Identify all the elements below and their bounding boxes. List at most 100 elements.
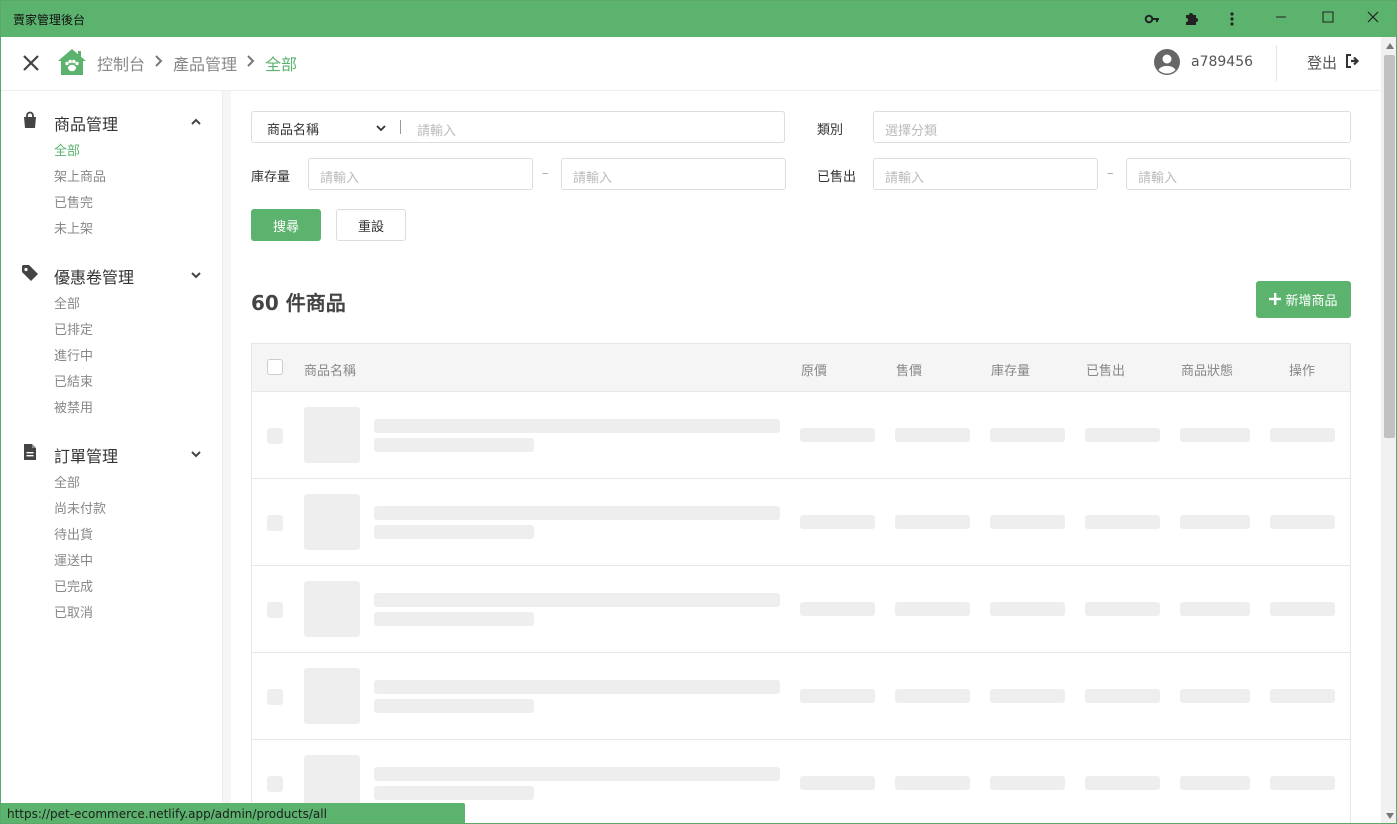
document-icon xyxy=(21,443,39,461)
skeleton-sold xyxy=(1085,602,1160,616)
table-row xyxy=(252,653,1350,740)
skeleton-sold xyxy=(1085,515,1160,529)
collapse-close-icon[interactable] xyxy=(19,51,43,75)
puzzle-icon[interactable] xyxy=(1181,9,1201,29)
skeleton-stock xyxy=(990,428,1065,442)
row-checkbox[interactable] xyxy=(267,602,283,618)
browser-window: 賣家管理後台 控制台 產品管理 全部 a789456 登出 商品管理 全部 架上… xyxy=(0,0,1397,824)
col-actions: 操作 xyxy=(1289,364,1316,379)
scroll-thumb[interactable] xyxy=(1384,55,1395,438)
skeleton-sale-price xyxy=(895,689,970,703)
breadcrumb-dashboard[interactable]: 控制台 xyxy=(97,51,145,75)
skeleton-stock xyxy=(990,689,1065,703)
stock-label: 庫存量 xyxy=(251,170,291,185)
sign-out-icon xyxy=(1345,53,1361,72)
skeleton-stock xyxy=(990,515,1065,529)
skeleton-subtitle xyxy=(374,786,534,800)
sold-max-input[interactable]: 請輸入 xyxy=(1126,158,1351,190)
breadcrumb-products[interactable]: 產品管理 xyxy=(173,51,237,75)
user-avatar-icon[interactable] xyxy=(1153,48,1181,76)
sidebar-group-label: 訂單管理 xyxy=(54,447,119,466)
sidebar-group-products: 商品管理 全部 架上商品 已售完 未上架 xyxy=(1,105,223,243)
skeleton-original-price xyxy=(800,428,875,442)
search-button[interactable]: 搜尋 xyxy=(251,209,321,241)
chevron-down-icon xyxy=(189,446,203,460)
product-count-title: 60 件商品 xyxy=(251,291,346,315)
category-placeholder: 選擇分類 xyxy=(885,124,938,139)
more-vertical-icon[interactable] xyxy=(1222,9,1242,29)
main-content: 商品名稱 請輸入 類別 選擇分類 庫存量 請輸入 – 請輸入 已售出 請輸入 –… xyxy=(231,91,1381,823)
add-product-label: 新增商品 xyxy=(1285,294,1338,309)
sidebar-gutter xyxy=(223,91,231,823)
skeleton-title xyxy=(374,767,780,781)
category-label: 類別 xyxy=(817,123,844,138)
row-checkbox[interactable] xyxy=(267,689,283,705)
category-select[interactable]: 選擇分類 xyxy=(873,111,1351,143)
sidebar-group-orders: 訂單管理 全部 尚未付款 待出貨 運送中 已完成 已取消 xyxy=(1,437,223,627)
skeleton-actions xyxy=(1270,689,1335,703)
maximize-icon[interactable] xyxy=(1313,5,1343,29)
skeleton-title xyxy=(374,506,780,520)
col-sold[interactable]: 已售出 xyxy=(1086,360,1125,379)
name-select-value: 商品名稱 xyxy=(267,123,320,138)
row-checkbox[interactable] xyxy=(267,428,283,444)
logout-button[interactable]: 登出 xyxy=(1307,52,1361,73)
name-field-select[interactable]: 商品名稱 xyxy=(252,112,400,142)
sidebar-group-label: 商品管理 xyxy=(54,115,119,134)
chevron-down-icon xyxy=(189,267,203,281)
skeleton-original-price xyxy=(800,776,875,790)
reset-button[interactable]: 重設 xyxy=(336,209,406,241)
sold-min-input[interactable]: 請輸入 xyxy=(873,158,1098,190)
sidebar-group-header-orders[interactable]: 訂單管理 xyxy=(1,437,223,467)
stock-max-placeholder: 請輸入 xyxy=(573,171,613,186)
add-product-button[interactable]: 新增商品 xyxy=(1256,281,1351,318)
table-header: 商品名稱 原價 售價 庫存量 已售出 商品狀態 操作 xyxy=(252,344,1350,392)
scroll-down-icon[interactable] xyxy=(1381,809,1396,823)
row-checkbox[interactable] xyxy=(267,776,283,792)
skeleton-actions xyxy=(1270,776,1335,790)
sold-min-placeholder: 請輸入 xyxy=(885,171,925,186)
skeleton-actions xyxy=(1270,602,1335,616)
select-divider xyxy=(400,120,401,134)
sidebar-group-header-coupons[interactable]: 優惠卷管理 xyxy=(1,258,223,288)
row-checkbox[interactable] xyxy=(267,515,283,531)
sidebar: 商品管理 全部 架上商品 已售完 未上架 優惠卷管理 全部 已排定 進行中 已結… xyxy=(1,91,223,823)
skeleton-thumbnail xyxy=(304,494,360,550)
plus-icon xyxy=(1269,291,1282,309)
skeleton-original-price xyxy=(800,515,875,529)
col-stock[interactable]: 庫存量 xyxy=(991,360,1030,379)
chevron-right-icon xyxy=(155,55,163,71)
page-scrollbar[interactable] xyxy=(1381,37,1396,823)
scroll-up-icon[interactable] xyxy=(1381,39,1396,53)
key-icon[interactable] xyxy=(1142,9,1162,29)
skeleton-status xyxy=(1180,689,1250,703)
username: a789456 xyxy=(1191,54,1254,70)
house-paw-logo-icon[interactable] xyxy=(57,47,87,77)
skeleton-sale-price xyxy=(895,776,970,790)
name-search-group: 商品名稱 請輸入 xyxy=(251,111,785,143)
close-icon[interactable] xyxy=(1358,5,1388,29)
logout-label: 登出 xyxy=(1307,54,1338,72)
app-header: 控制台 產品管理 全部 a789456 登出 xyxy=(1,37,1381,91)
skeleton-actions xyxy=(1270,428,1335,442)
window-title: 賣家管理後台 xyxy=(13,13,86,27)
stock-max-input[interactable]: 請輸入 xyxy=(561,158,786,190)
skeleton-status xyxy=(1180,602,1250,616)
col-product-name[interactable]: 商品名稱 xyxy=(304,360,356,379)
shopping-bag-icon xyxy=(21,111,39,129)
stock-min-input[interactable]: 請輸入 xyxy=(308,158,533,190)
sold-max-placeholder: 請輸入 xyxy=(1138,171,1178,186)
col-original-price[interactable]: 原價 xyxy=(801,360,827,379)
name-search-input[interactable]: 請輸入 xyxy=(417,120,456,139)
skeleton-status xyxy=(1180,515,1250,529)
skeleton-stock xyxy=(990,602,1065,616)
sidebar-group-header-products[interactable]: 商品管理 xyxy=(1,105,223,135)
skeleton-thumbnail xyxy=(304,668,360,724)
skeleton-status xyxy=(1180,776,1250,790)
skeleton-thumbnail xyxy=(304,581,360,637)
skeleton-stock xyxy=(990,776,1065,790)
minimize-icon[interactable] xyxy=(1266,5,1296,29)
col-status[interactable]: 商品狀態 xyxy=(1181,360,1233,379)
select-all-checkbox[interactable] xyxy=(267,359,283,375)
col-sale-price[interactable]: 售價 xyxy=(896,360,922,379)
